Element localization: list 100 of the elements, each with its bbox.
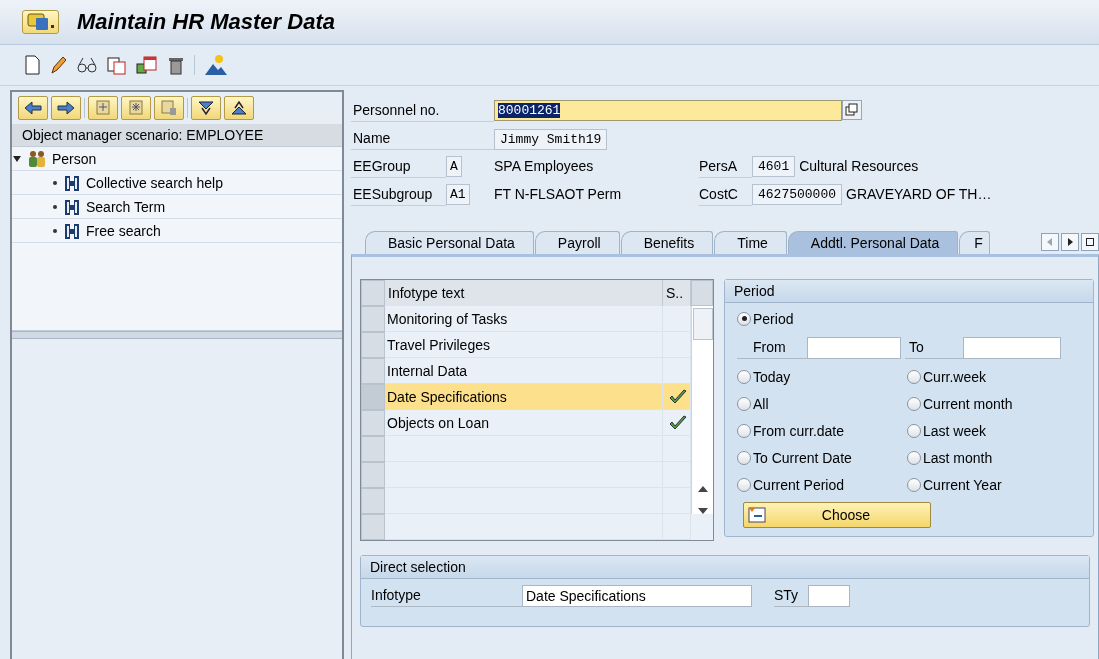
scrollbar-thumb[interactable] [692,308,713,340]
create-button[interactable] [88,96,118,120]
bullet-icon [52,227,58,234]
column-header[interactable]: Infotype text [385,280,663,306]
tree-item[interactable]: Collective search help [86,174,223,191]
bullet-icon [52,179,58,186]
window-title: Maintain HR Master Data [77,9,335,35]
infotype-field[interactable]: Date Specifications [522,584,752,607]
pencil-icon[interactable] [49,55,67,75]
scroll-right-button[interactable] [1061,233,1079,251]
right-arrow-icon [1066,238,1074,246]
expanded-caret-icon[interactable] [12,153,22,164]
radio-button[interactable] [737,477,751,492]
delete-button[interactable] [154,96,184,120]
create-icon [94,100,112,116]
glasses-icon[interactable] [76,55,98,75]
mountain-icon[interactable] [204,54,228,76]
back-icon [24,100,42,116]
field-description: GRAVEYARD OF TH… [846,186,992,202]
subtype-field[interactable] [808,584,850,607]
table-cell[interactable]: Objects on Loan [385,410,663,436]
field-description: Cultural Resources [799,158,919,174]
forward-button[interactable] [51,96,81,120]
radio-label: Current Year [923,476,1002,493]
people-icon [27,149,47,168]
tab[interactable]: Payroll [534,231,620,254]
window-icon [1086,238,1094,246]
tab[interactable]: F [959,231,990,254]
scrollbar[interactable] [691,306,713,514]
back-button[interactable] [18,96,48,120]
radio-label: All [753,395,769,412]
checkmark-icon [668,414,687,431]
code-field: 4627500000 [752,183,842,205]
radio-label: Period [753,310,794,327]
radio-button[interactable] [737,396,751,411]
tree-item[interactable]: Search Term [86,198,166,215]
status-cell [663,462,691,488]
scroll-down-icon [697,508,708,514]
table-cell[interactable] [385,436,663,462]
tree-item[interactable]: Person [52,150,97,167]
delete-icon [160,100,178,116]
choose-button[interactable]: Choose [743,502,931,528]
to-date-field[interactable] [963,336,1061,359]
code-field: A1 [446,183,470,205]
binoculars-icon [63,221,81,240]
table-cell[interactable]: Date Specifications [385,384,663,410]
collapse-all-button[interactable] [224,96,254,120]
field-description: FT N-FLSAOT Perm [494,186,622,202]
copy-icon[interactable] [107,55,127,75]
tab[interactable]: Time [714,231,787,254]
radio-button[interactable] [907,369,921,384]
table-cell[interactable]: Monitoring of Tasks [385,306,663,332]
menu-button[interactable] [22,10,59,34]
scroll-up-icon [697,486,708,492]
caret-icon [51,25,54,28]
checkmark-icon [668,388,687,405]
left-arrow-icon [1046,238,1054,246]
radio-button[interactable] [907,477,921,492]
radio-button[interactable] [737,450,751,465]
copy-icon[interactable] [842,100,862,120]
app-menu-icon [27,13,49,31]
radio-button[interactable] [737,369,751,384]
radio-button[interactable] [737,311,751,326]
column-header[interactable]: S.. [663,280,691,306]
group-title: Direct selection [361,556,1089,579]
radio-label: Today [753,368,791,385]
personnel-number-field[interactable]: 80001261 [494,99,842,121]
from-date-field[interactable] [807,336,901,359]
star-button[interactable] [121,96,151,120]
collapse-all-icon [230,100,248,116]
table-cell[interactable] [385,488,663,514]
table-cell[interactable] [385,514,663,540]
tab[interactable]: Benefits [620,231,714,254]
table-cell[interactable] [385,462,663,488]
radio-button[interactable] [907,396,921,411]
tree-item[interactable]: Free search [86,222,161,239]
radio-label: Last week [923,422,987,439]
tab[interactable]: Addtl. Personal Data [787,231,959,254]
tab-list-button[interactable] [1081,233,1099,251]
expand-all-icon [197,100,215,116]
status-cell [663,514,691,540]
trash-icon[interactable] [167,55,185,75]
radio-label: Curr.week [923,368,987,385]
code-field: A [446,155,462,177]
calendar-icon[interactable] [136,55,158,75]
group-title: Period [725,280,1093,303]
radio-label: Last month [923,449,993,466]
panel-header: Object manager scenario: EMPLOYEE [12,124,342,147]
table-cell[interactable]: Travel Privileges [385,332,663,358]
binoculars-icon [63,173,81,192]
radio-label: To Current Date [753,449,852,466]
status-cell [663,488,691,514]
tab[interactable]: Basic Personal Data [365,231,534,254]
expand-all-button[interactable] [191,96,221,120]
splitter-handle[interactable] [12,331,342,339]
new-document-icon[interactable] [24,55,40,75]
radio-button[interactable] [907,450,921,465]
radio-button[interactable] [737,423,751,438]
radio-button[interactable] [907,423,921,438]
list-icon [748,507,766,523]
